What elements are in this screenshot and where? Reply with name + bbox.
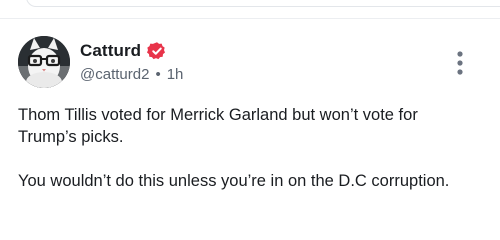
more-options-button[interactable] — [454, 50, 466, 76]
cat-with-glasses-avatar-icon — [18, 36, 70, 88]
vertical-ellipsis-icon — [457, 51, 463, 75]
post-header: Catturd @catturd2 • 1h — [18, 36, 482, 90]
meta-separator: • — [155, 65, 161, 83]
author-name-row: Catturd — [80, 40, 167, 62]
author-handle[interactable]: @catturd2 — [80, 66, 149, 83]
post-paragraph: You wouldn’t do this unless you’re in on… — [18, 172, 450, 190]
author-display-name[interactable]: Catturd — [80, 41, 141, 61]
author-meta-row: @catturd2 • 1h — [80, 64, 183, 84]
post-timestamp[interactable]: 1h — [167, 66, 184, 83]
post-divider — [0, 18, 500, 19]
verified-badge-icon — [147, 42, 166, 60]
avatar[interactable] — [18, 36, 70, 88]
post-body: Thom Tillis voted for Merrick Garland bu… — [18, 104, 480, 214]
post-view: Catturd @catturd2 • 1h Thom Tillis voted… — [0, 0, 500, 240]
post-paragraph: Thom Tillis voted for Merrick Garland bu… — [18, 106, 418, 146]
previous-post-card-edge — [26, 0, 500, 7]
